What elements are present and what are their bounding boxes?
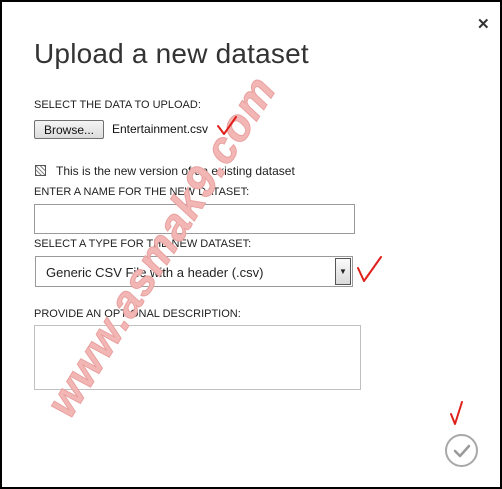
red-check-mark-icon [357,256,382,282]
red-check-mark-icon [450,401,463,425]
red-check-mark-icon [217,116,237,135]
annotation-marks [217,116,463,425]
